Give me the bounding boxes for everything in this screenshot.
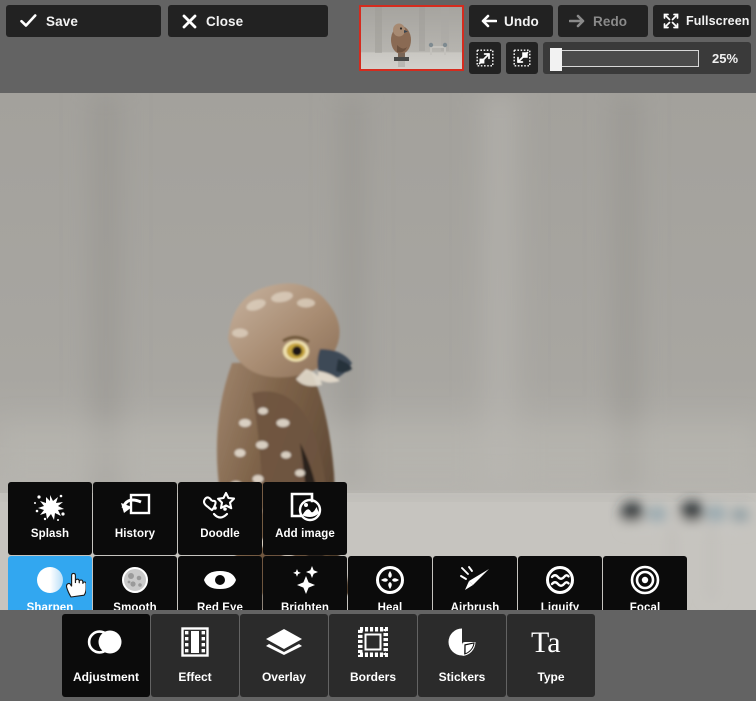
tab-type[interactable]: Ta Type: [507, 614, 595, 697]
redo-button[interactable]: Redo: [558, 5, 648, 37]
liquify-icon: [545, 558, 575, 602]
zoom-actual-size-icon-button[interactable]: [506, 42, 538, 74]
save-label: Save: [46, 13, 78, 29]
image-thumbnail[interactable]: [359, 5, 464, 71]
arrow-right-icon: [569, 14, 586, 28]
tool-row-2: Sharpen Smooth Red Eye Brighten Heal Air…: [8, 556, 688, 610]
tool-label: Smooth: [113, 602, 157, 610]
history-icon: [119, 484, 151, 528]
image-canvas[interactable]: Splash History Doodle Add image Sharpen …: [0, 93, 756, 610]
svg-text:Ta: Ta: [531, 626, 561, 658]
layers-icon: [265, 614, 303, 670]
tool-label: Focal: [629, 602, 661, 610]
tool-label: Sharpen: [26, 602, 74, 610]
tool-row-1: Splash History Doodle Add image: [8, 482, 688, 555]
close-label: Close: [206, 13, 244, 29]
tool-label: History: [114, 528, 156, 540]
brighten-icon: [289, 558, 321, 602]
tool-label: Doodle: [200, 528, 240, 540]
tool-label: Red Eye: [196, 602, 244, 610]
nav-tab-row: Adjustment Effect Overlay Borders Sticke…: [62, 614, 596, 697]
tab-label: Adjustment: [73, 670, 139, 684]
photo-editor-app: Save Close Undo Redo Fullscreen 25% Spla…: [0, 0, 756, 701]
tool-palette: Splash History Doodle Add image Sharpen …: [8, 482, 688, 610]
tool-label: Liquify: [540, 602, 580, 610]
check-icon: [20, 14, 37, 28]
tab-overlay[interactable]: Overlay: [240, 614, 328, 697]
tool-doodle[interactable]: Doodle: [178, 482, 262, 555]
top-toolbar: Save Close Undo Redo Fullscreen 25%: [0, 0, 756, 93]
bottom-navigation: Adjustment Effect Overlay Borders Sticke…: [0, 610, 756, 701]
airbrush-icon: [459, 558, 491, 602]
save-button[interactable]: Save: [6, 5, 161, 37]
sharpen-icon: [35, 558, 65, 602]
arrow-left-icon: [480, 14, 497, 28]
close-button[interactable]: Close: [168, 5, 328, 37]
tool-add-image[interactable]: Add image: [263, 482, 347, 555]
add-image-icon: [289, 484, 322, 528]
tab-effect[interactable]: Effect: [151, 614, 239, 697]
tool-splash[interactable]: Splash: [8, 482, 92, 555]
tool-label: Heal: [377, 602, 403, 610]
splash-icon: [33, 484, 67, 528]
zoom-slider-handle[interactable]: [550, 47, 562, 71]
fullscreen-button[interactable]: Fullscreen: [653, 5, 751, 37]
zoom-actual-size-icon: [513, 49, 531, 67]
undo-label: Undo: [504, 13, 539, 29]
film-strip-icon: [181, 614, 209, 670]
fullscreen-label: Fullscreen: [686, 14, 750, 28]
redo-label: Redo: [593, 13, 628, 29]
frame-icon: [358, 614, 388, 670]
tool-focal[interactable]: Focal: [603, 556, 687, 610]
tool-label: Airbrush: [450, 602, 500, 610]
close-x-icon: [182, 14, 197, 29]
thumbnail-preview: [361, 7, 462, 69]
zoom-percent-label: 25%: [712, 50, 739, 66]
tool-sharpen[interactable]: Sharpen: [8, 556, 92, 610]
tool-brighten[interactable]: Brighten: [263, 556, 347, 610]
adjustment-icon: [86, 614, 126, 670]
doodle-icon: [202, 484, 238, 528]
tool-heal[interactable]: Heal: [348, 556, 432, 610]
text-Ta-icon: Ta: [530, 614, 572, 670]
tool-airbrush[interactable]: Airbrush: [433, 556, 517, 610]
tool-label: Splash: [30, 528, 70, 540]
undo-button[interactable]: Undo: [469, 5, 553, 37]
zoom-fit-icon-button[interactable]: [469, 42, 501, 74]
tab-stickers[interactable]: Stickers: [418, 614, 506, 697]
focal-icon: [630, 558, 660, 602]
tool-smooth[interactable]: Smooth: [93, 556, 177, 610]
tab-label: Overlay: [261, 670, 307, 684]
tab-label: Type: [537, 670, 565, 684]
expand-arrows-icon: [663, 13, 679, 29]
tool-liquify[interactable]: Liquify: [518, 556, 602, 610]
red-eye-icon: [203, 558, 237, 602]
tool-label: Add image: [275, 528, 335, 540]
tool-label: Brighten: [280, 602, 330, 610]
zoom-fit-icon: [476, 49, 494, 67]
tab-borders[interactable]: Borders: [329, 614, 417, 697]
tab-adjustment[interactable]: Adjustment: [62, 614, 150, 697]
tab-label: Stickers: [438, 670, 486, 684]
tab-label: Effect: [178, 670, 212, 684]
tool-history[interactable]: History: [93, 482, 177, 555]
tool-red-eye[interactable]: Red Eye: [178, 556, 262, 610]
sticker-icon: [447, 614, 477, 670]
smooth-icon: [121, 558, 149, 602]
zoom-slider-panel: 25%: [543, 42, 751, 74]
heal-icon: [375, 558, 405, 602]
tab-label: Borders: [349, 670, 396, 684]
zoom-slider-track[interactable]: [550, 47, 699, 71]
